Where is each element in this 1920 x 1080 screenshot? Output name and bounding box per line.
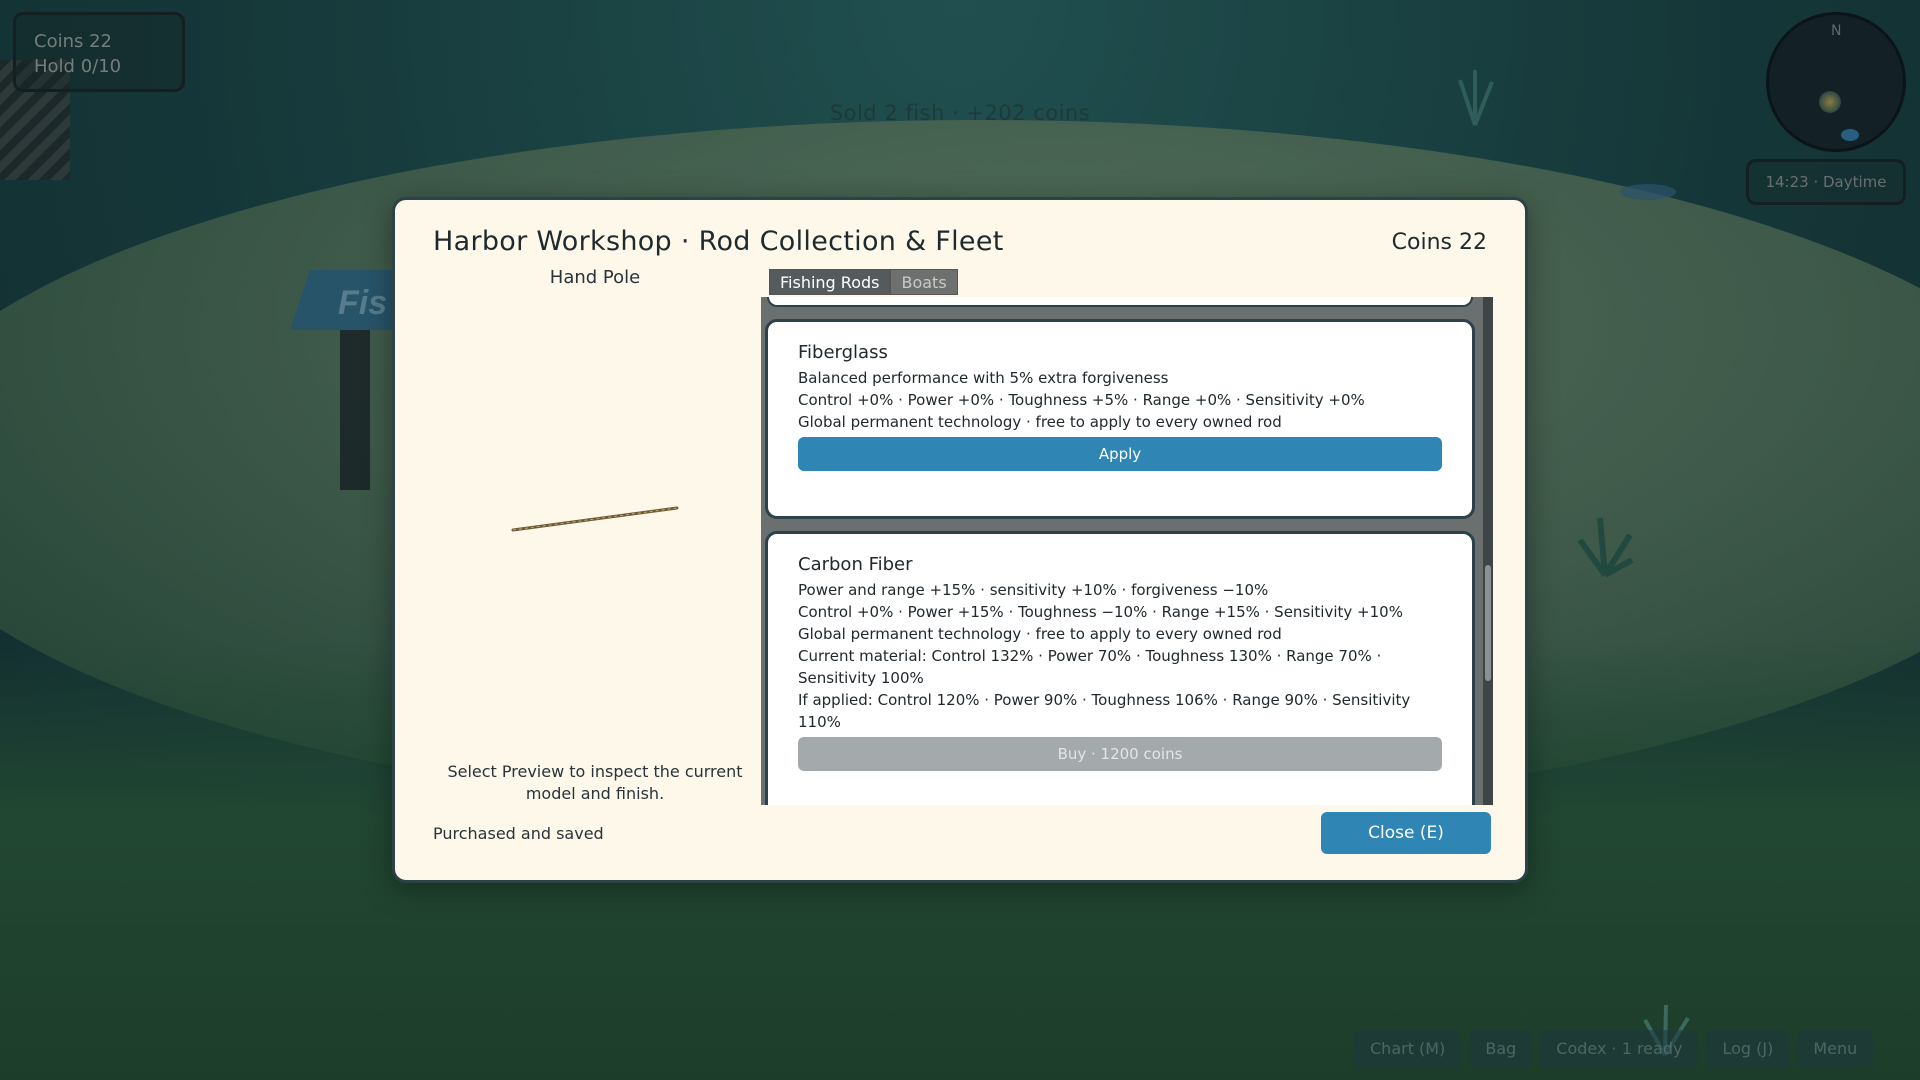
materials-list-viewport: Fiberglass Balanced performance with 5% … [761, 297, 1481, 805]
material-name: Fiberglass [798, 342, 888, 363]
tab-boats[interactable]: Boats [890, 269, 958, 295]
apply-button[interactable]: Apply [798, 437, 1442, 471]
materials-list[interactable]: Fiberglass Balanced performance with 5% … [761, 297, 1493, 805]
material-name: Carbon Fiber [798, 554, 913, 575]
workshop-modal: Harbor Workshop · Rod Collection & Fleet… [392, 197, 1528, 883]
tab-fishing-rods[interactable]: Fishing Rods [769, 269, 891, 295]
material-card-fiberglass: Fiberglass Balanced performance with 5% … [765, 319, 1475, 519]
applied-material-stats: If applied: Control 120% · Power 90% · T… [798, 691, 1411, 731]
material-stats: Control +0% · Power +15% · Toughness −10… [798, 603, 1403, 621]
material-card-carbon-fiber: Carbon Fiber Power and range +15% · sens… [765, 531, 1475, 805]
material-description: Power and range +15% · sensitivity +10% … [798, 581, 1269, 599]
material-description: Balanced performance with 5% extra forgi… [798, 369, 1169, 387]
buy-button[interactable]: Buy · 1200 coins [798, 737, 1442, 771]
material-technology-note: Global permanent technology · free to ap… [798, 625, 1282, 643]
list-scrollbar[interactable] [1483, 297, 1493, 805]
current-material-stats: Current material: Control 132% · Power 7… [798, 647, 1382, 687]
rod-preview-icon[interactable] [505, 500, 685, 540]
modal-title: Harbor Workshop · Rod Collection & Fleet [433, 226, 1004, 257]
scrollbar-thumb[interactable] [1485, 565, 1491, 681]
preview-hint: Select Preview to inspect the current mo… [447, 762, 743, 803]
preview-rod-name: Hand Pole [549, 267, 641, 288]
modal-coins: Coins 22 [1391, 230, 1487, 255]
close-button[interactable]: Close (E) [1321, 812, 1491, 854]
material-technology-note: Global permanent technology · free to ap… [798, 413, 1282, 431]
material-stats: Control +0% · Power +0% · Toughness +5% … [798, 391, 1365, 409]
category-tabs: Fishing Rods Boats [769, 269, 958, 295]
status-message: Purchased and saved [433, 824, 604, 843]
list-item-previous [767, 297, 1473, 307]
